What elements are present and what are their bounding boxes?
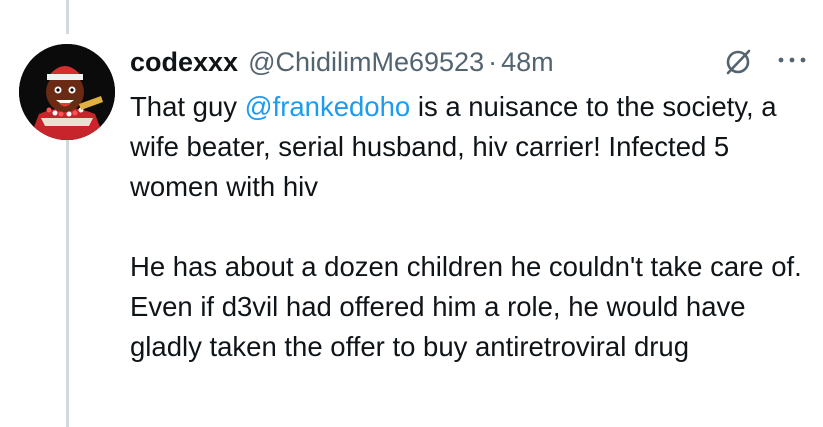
author-name[interactable]: codexxx <box>130 47 238 78</box>
mention-link[interactable]: @frankedoho <box>245 91 411 122</box>
tweet-text: That guy @frankedoho is a nuisance to th… <box>130 87 810 367</box>
tweet-paragraph-1: That guy @frankedoho is a nuisance to th… <box>130 87 810 207</box>
author-handle[interactable]: @ChidilimMe69523 <box>248 47 484 78</box>
header-separator: · <box>488 46 498 77</box>
tweet-timestamp[interactable]: 48m <box>501 47 554 78</box>
tweet-text-prefix: That guy <box>130 91 245 122</box>
more-options-icon[interactable] <box>774 50 810 70</box>
grok-icon[interactable] <box>724 48 752 76</box>
thread-line-bottom <box>66 140 69 427</box>
thread-line-top <box>66 0 69 34</box>
tweet-header: codexxx @ChidilimMe69523 · 48m <box>130 42 554 82</box>
avatar-image <box>19 44 115 140</box>
tweet-paragraph-2: He has about a dozen children he couldn'… <box>130 251 802 362</box>
avatar[interactable] <box>19 44 115 140</box>
